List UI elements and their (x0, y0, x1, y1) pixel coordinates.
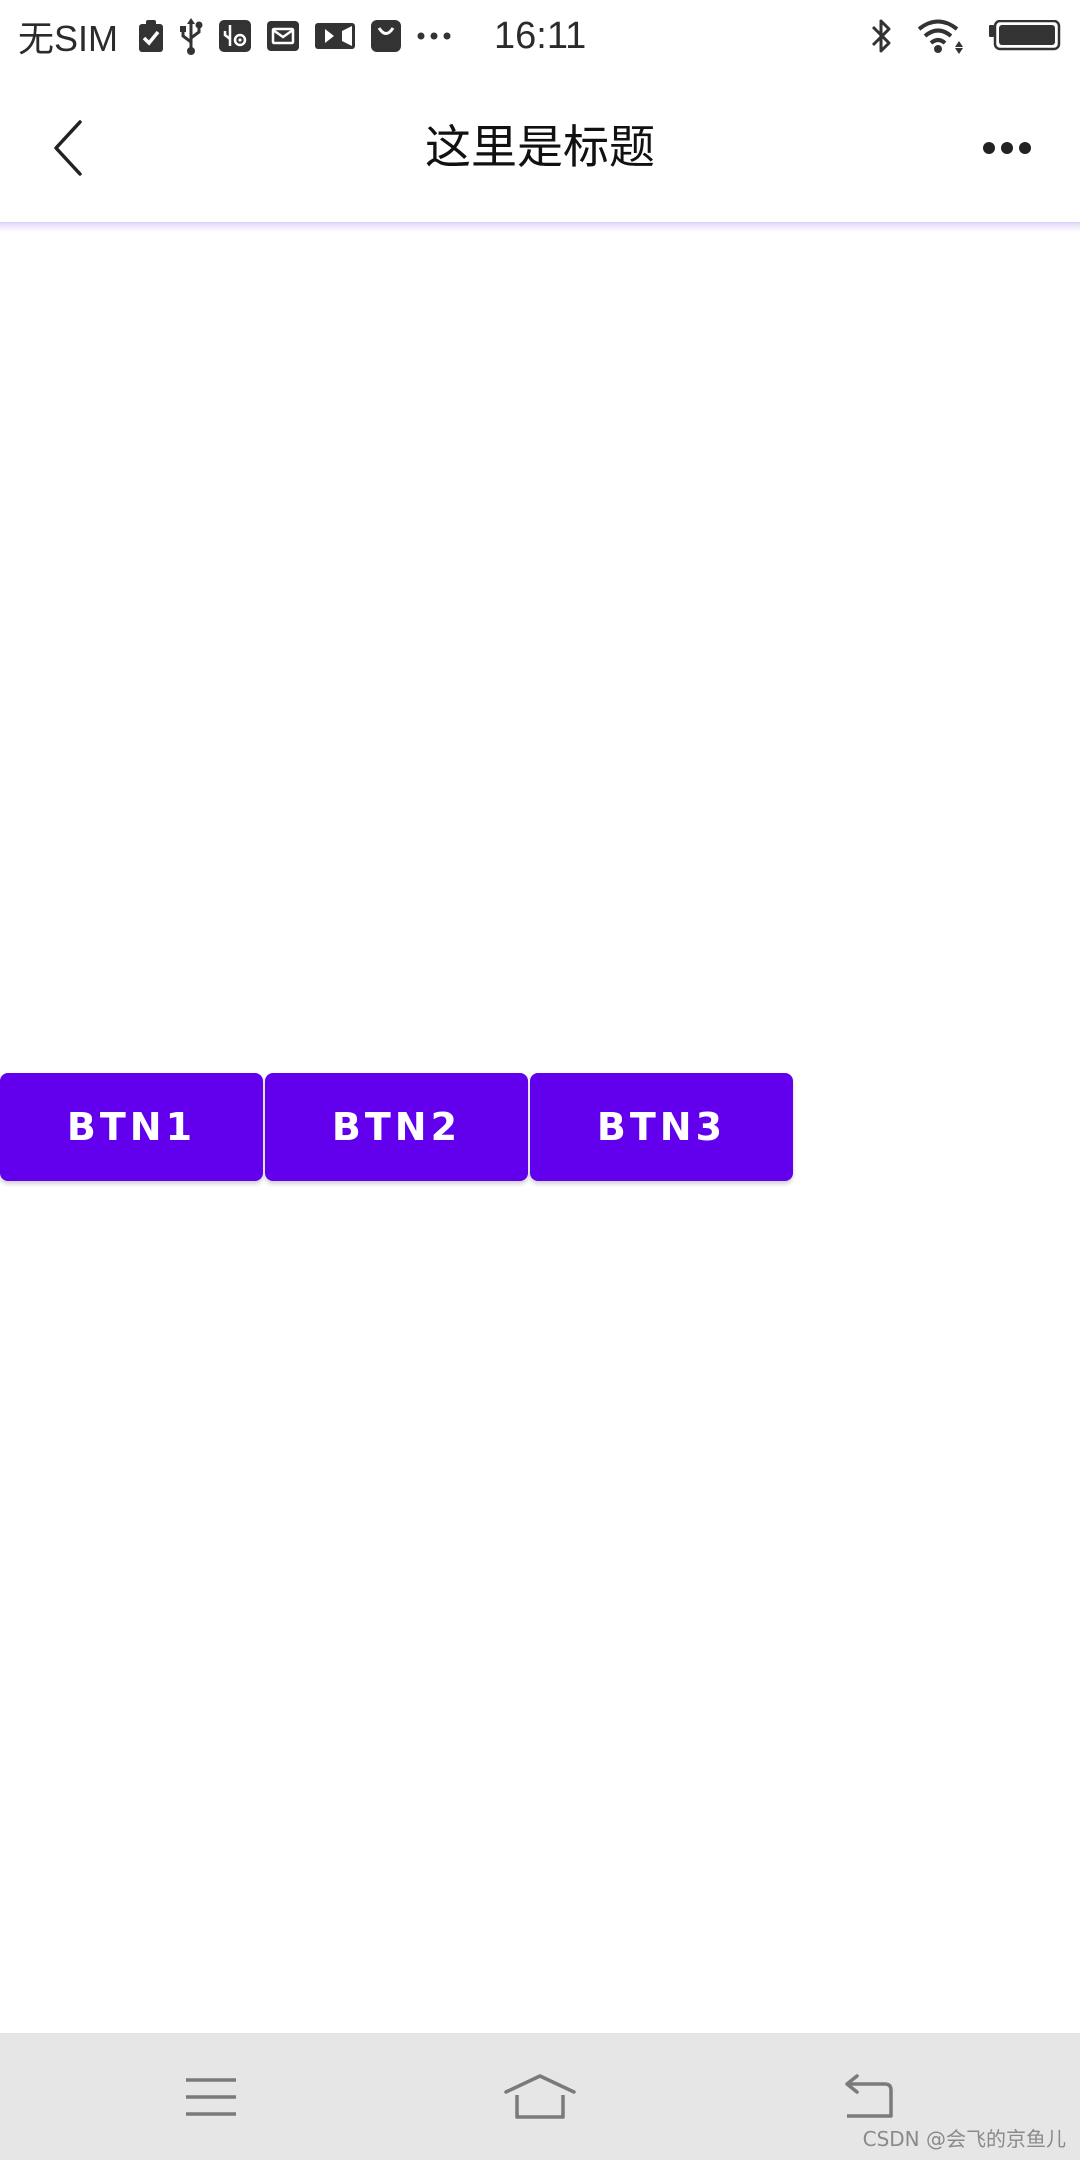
shopping-bag-icon (370, 0, 402, 72)
navigation-bar: CSDN @会飞的京鱼儿 (0, 2033, 1080, 2160)
more-button[interactable] (962, 108, 1052, 188)
app-bar: 这里是标题 (0, 72, 1080, 222)
nav-home-button[interactable] (480, 2033, 600, 2160)
status-time: 16:11 (494, 15, 587, 57)
usb-icon (178, 0, 204, 72)
nav-menu-button[interactable] (151, 2033, 271, 2160)
wifi-icon (916, 0, 966, 72)
back-icon (845, 2073, 893, 2118)
back-chevron-icon (54, 120, 82, 176)
home-icon (504, 2073, 576, 2119)
more-dots-icon (416, 0, 452, 72)
video-icon (314, 0, 356, 72)
mail-icon (266, 0, 300, 72)
status-bar: 无SIM 16:11 (0, 0, 1080, 72)
bluetooth-icon (868, 0, 894, 72)
content-area: BTN1 BTN2 BTN3 (0, 232, 1080, 2032)
carrier-label: 无SIM (18, 18, 119, 59)
app-bar-divider (0, 222, 1080, 232)
btn1-button[interactable]: BTN1 (0, 1073, 263, 1181)
battery-icon (988, 0, 1062, 72)
watermark-label: CSDN @会飞的京鱼儿 (862, 2127, 1066, 2151)
more-horizontal-icon (983, 142, 1031, 154)
btn2-button[interactable]: BTN2 (265, 1073, 528, 1181)
menu-icon (186, 2077, 236, 2116)
button-row: BTN1 BTN2 BTN3 (0, 1073, 795, 1181)
usb-debug-icon (218, 0, 252, 72)
status-bar-left: 无SIM (18, 0, 466, 72)
back-button[interactable] (28, 108, 108, 188)
btn3-button[interactable]: BTN3 (530, 1073, 793, 1181)
page-title: 这里是标题 (425, 120, 655, 174)
clipboard-check-icon (138, 0, 164, 72)
status-bar-right (846, 0, 1062, 72)
